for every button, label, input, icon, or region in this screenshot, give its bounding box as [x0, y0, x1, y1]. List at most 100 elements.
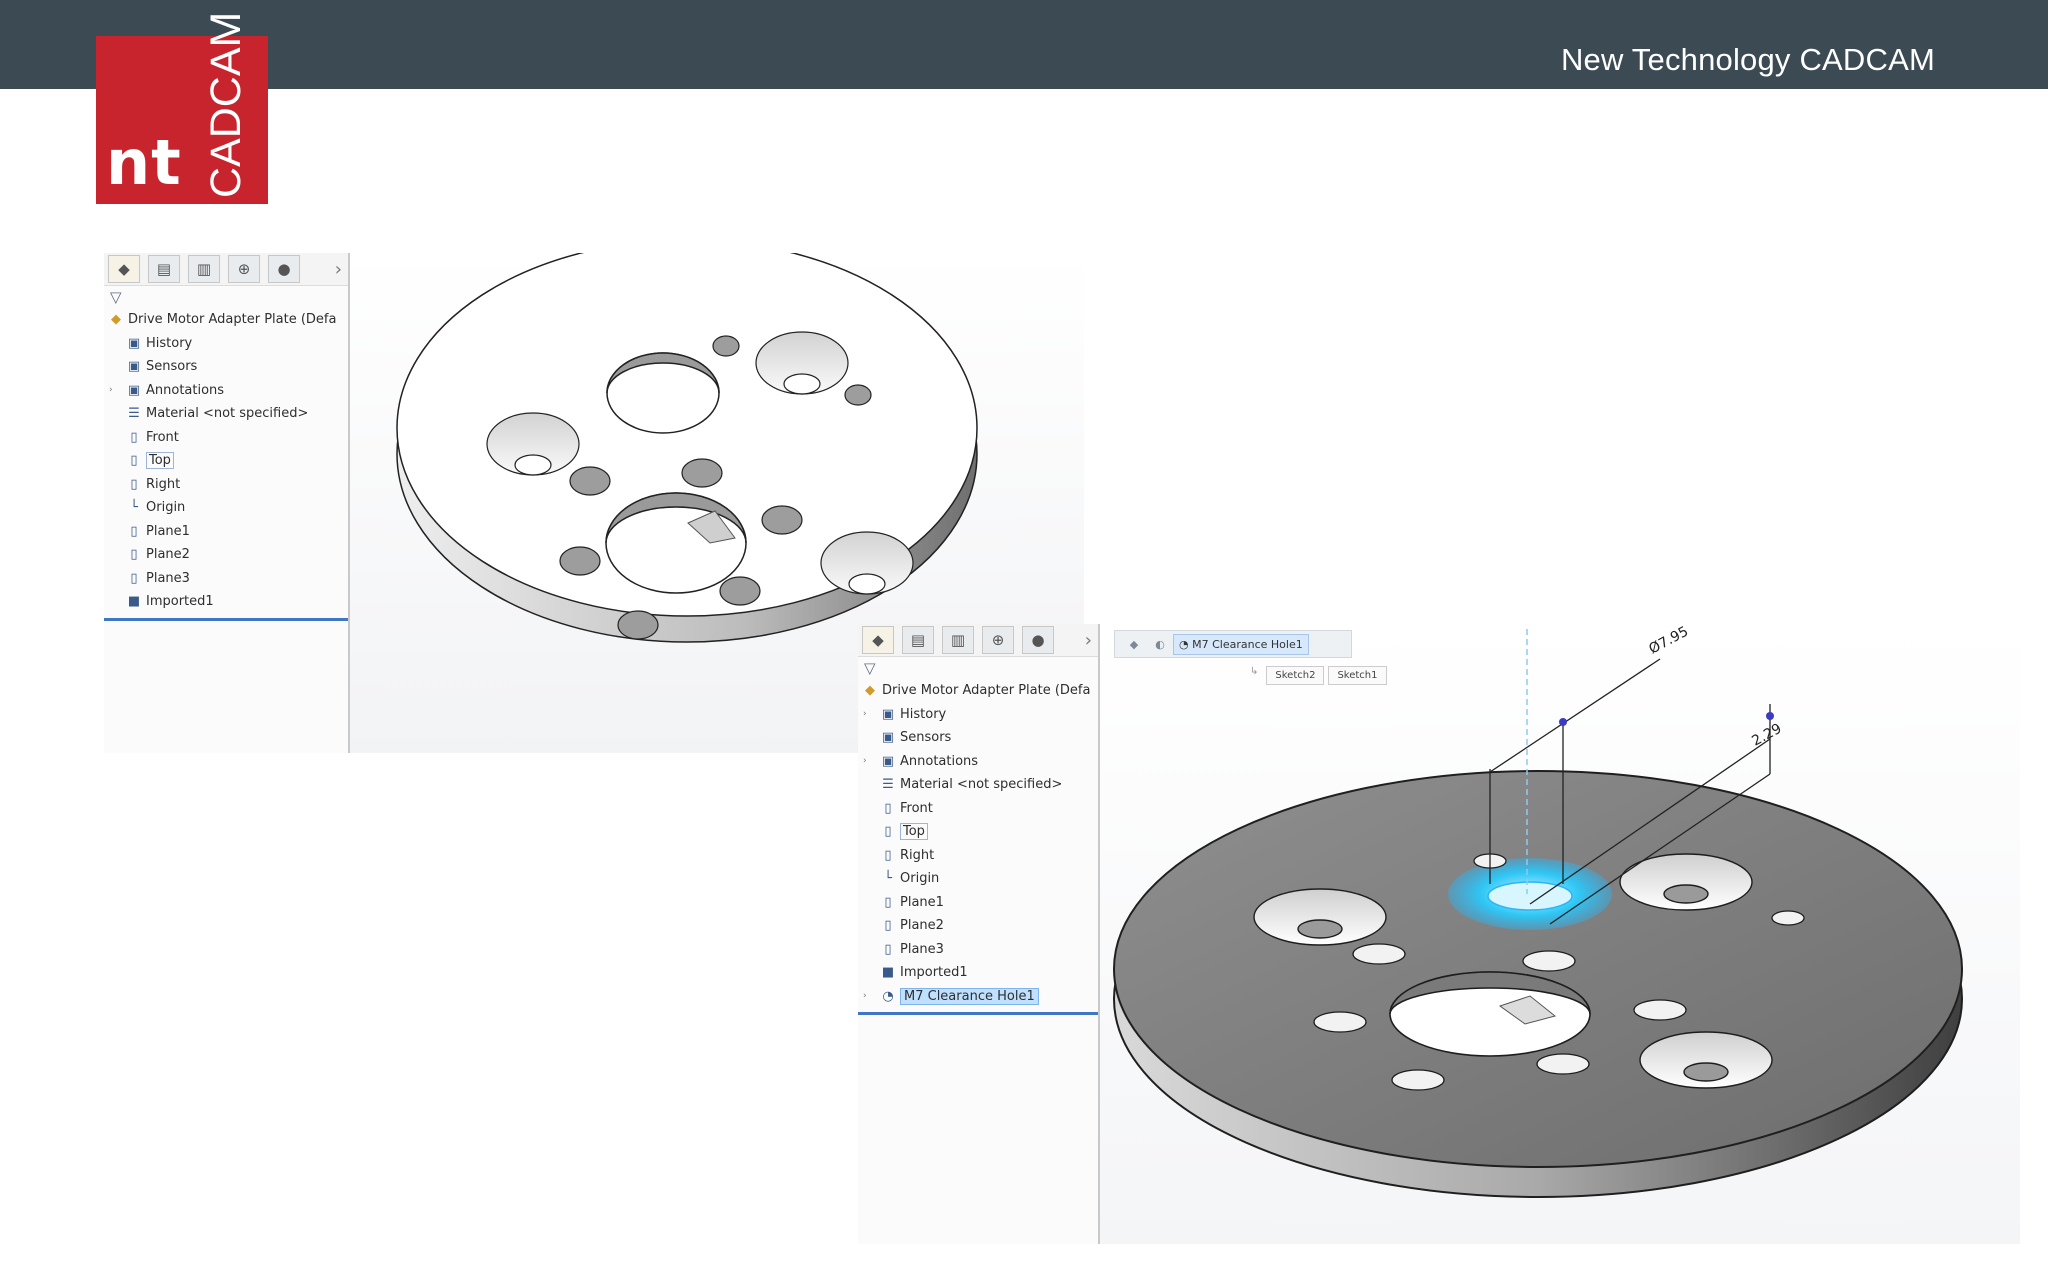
sketch1-chip[interactable]: Sketch1: [1328, 666, 1387, 685]
plane-icon: ▯: [884, 918, 892, 933]
tree-item-label: Material <not specified>: [900, 777, 1063, 792]
history-icon: ▣: [881, 706, 895, 722]
expand-arrow-icon[interactable]: ›: [863, 985, 867, 1009]
tree-item-plane2[interactable]: ▯ Plane2: [104, 543, 348, 567]
imported-body-icon: ■: [881, 965, 895, 980]
tree-item-front[interactable]: ▯ Front: [858, 797, 1098, 821]
tree-item-plane1[interactable]: ▯ Plane1: [104, 520, 348, 544]
configuration-tab-icon[interactable]: ⊕: [982, 626, 1014, 654]
hole-wizard-icon: ◔: [882, 988, 894, 1004]
material-icon: ☰: [882, 777, 894, 792]
tree-item-label: Sensors: [900, 730, 952, 745]
sensors-icon: ▣: [127, 359, 141, 374]
tree-item-label: History: [146, 335, 193, 351]
logo-cadcam-text: CADCAM: [202, 11, 250, 198]
filter-icon[interactable]: ▽: [858, 657, 1098, 679]
part-tab-icon[interactable]: ◆: [862, 626, 894, 654]
screenshot-hole-feature: ◆ ▤ ▥ ⊕ ● › ▽ ◆ Drive Motor Adapter Plate…: [858, 624, 2020, 1244]
tree-item-right[interactable]: ▯ Right: [104, 473, 348, 497]
tree-root[interactable]: ◆ Drive Motor Adapter Plate (Defa: [858, 679, 1098, 703]
header-bar: New Technology CADCAM: [0, 0, 2048, 89]
part-icon: ◆: [111, 312, 121, 327]
selected-feature-chip[interactable]: ◔ M7 Clearance Hole1: [1173, 633, 1309, 655]
tree-item-label: Front: [900, 800, 933, 816]
tree-item-origin[interactable]: └ Origin: [104, 496, 348, 520]
tree-item-plane2[interactable]: ▯ Plane2: [858, 914, 1098, 938]
offset-dimension-label[interactable]: 2.29: [1749, 721, 1784, 750]
plane-icon: ▯: [884, 824, 892, 839]
tree-item-history[interactable]: › ▣ History: [858, 703, 1098, 727]
tree-item-history[interactable]: ▣ History: [104, 332, 348, 356]
appearance-tab-icon[interactable]: ●: [268, 255, 300, 283]
tree-item-label: Plane3: [146, 570, 190, 586]
chevron-right-icon[interactable]: ›: [335, 259, 342, 280]
tree-item-label: Imported1: [146, 594, 214, 609]
plane-icon: ▯: [130, 570, 138, 586]
tree-item-sensors[interactable]: ▣ Sensors: [104, 355, 348, 379]
tree-item-plane3[interactable]: ▯ Plane3: [104, 567, 348, 591]
annotations-icon: ▣: [127, 382, 141, 398]
diameter-dimension-label[interactable]: Ø7.95: [1646, 624, 1691, 658]
tree-item-imported1[interactable]: ■ Imported1: [858, 961, 1098, 985]
view-icon[interactable]: ◐: [1147, 638, 1173, 651]
company-logo: nt CADCAM: [96, 12, 268, 204]
tree-item-sensors[interactable]: ▣ Sensors: [858, 726, 1098, 750]
part-icon[interactable]: ◆: [1121, 638, 1147, 651]
part-icon: ◆: [865, 683, 875, 698]
tree-root-label: Drive Motor Adapter Plate (Defa: [882, 683, 1091, 698]
tree-item-label: Sensors: [146, 359, 198, 374]
tree-item-label: Plane1: [146, 523, 190, 539]
tree-item-label: Plane3: [900, 941, 944, 957]
tree-item-plane1[interactable]: ▯ Plane1: [858, 891, 1098, 915]
tree-item-m7-clearance-hole[interactable]: › ◔ M7 Clearance Hole1: [858, 985, 1098, 1009]
origin-icon: └: [130, 500, 138, 515]
expand-arrow-icon[interactable]: ›: [863, 703, 867, 727]
expand-arrow-icon[interactable]: ›: [109, 379, 113, 403]
tree-item-label: Origin: [900, 871, 940, 886]
plane-icon: ▯: [884, 941, 892, 957]
tree-root[interactable]: ◆ Drive Motor Adapter Plate (Defa: [104, 308, 348, 332]
feature-manager-panel: ◆ ▤ ▥ ⊕ ● › ▽ ◆ Drive Motor Adapter Plate…: [858, 624, 1100, 1244]
featuremanager-tab-icon[interactable]: ▤: [148, 255, 180, 283]
sketch-arrow-icon: ↳: [1250, 666, 1259, 677]
filter-icon[interactable]: ▽: [104, 286, 348, 308]
tree-item-label: Right: [900, 847, 935, 863]
appearance-tab-icon[interactable]: ●: [1022, 626, 1054, 654]
sensors-icon: ▣: [881, 730, 895, 745]
tree-item-plane3[interactable]: ▯ Plane3: [858, 938, 1098, 962]
tree-item-top[interactable]: ▯ Top: [858, 820, 1098, 844]
rollback-bar[interactable]: [858, 1012, 1098, 1015]
tree-item-material[interactable]: ☰ Material <not specified>: [858, 773, 1098, 797]
tree-item-label: Right: [146, 476, 181, 492]
part-tab-icon[interactable]: ◆: [108, 255, 140, 283]
tree-item-right[interactable]: ▯ Right: [858, 844, 1098, 868]
plane-icon: ▯: [130, 453, 138, 468]
expand-arrow-icon[interactable]: ›: [863, 750, 867, 774]
tree-item-top[interactable]: ▯ Top: [104, 449, 348, 473]
tree-item-annotations[interactable]: › ▣ Annotations: [104, 379, 348, 403]
panel-tabs: ◆ ▤ ▥ ⊕ ● ›: [858, 624, 1098, 657]
rollback-bar[interactable]: [104, 617, 348, 621]
tree-item-material[interactable]: ☰ Material <not specified>: [104, 402, 348, 426]
annotations-icon: ▣: [881, 753, 895, 769]
tree-item-origin[interactable]: └ Origin: [858, 867, 1098, 891]
plane-icon: ▯: [884, 800, 892, 816]
tree-item-imported1[interactable]: ■ Imported1: [104, 590, 348, 614]
sketch2-chip[interactable]: Sketch2: [1266, 666, 1325, 685]
sketch-breadcrumb: ↳ Sketch2 Sketch1: [1250, 666, 1391, 685]
configuration-tab-icon[interactable]: ⊕: [228, 255, 260, 283]
tree-item-annotations[interactable]: › ▣ Annotations: [858, 750, 1098, 774]
graphics-viewport[interactable]: Ø7.95 2.29 ◆ ◐ ◔ M7 Clearance Hole1 ↳ Sk…: [1100, 624, 2020, 1244]
featuremanager-tab-icon[interactable]: ▤: [902, 626, 934, 654]
material-icon: ☰: [128, 406, 140, 421]
logo-nt-text: nt: [106, 126, 182, 199]
tree-item-front[interactable]: ▯ Front: [104, 426, 348, 450]
plane-icon: ▯: [884, 847, 892, 863]
property-tab-icon[interactable]: ▥: [188, 255, 220, 283]
property-tab-icon[interactable]: ▥: [942, 626, 974, 654]
chevron-right-icon[interactable]: ›: [1085, 630, 1092, 651]
tree-item-label: Top: [146, 452, 174, 469]
tree-item-label: Front: [146, 429, 179, 445]
tree-item-label: Annotations: [900, 753, 979, 769]
origin-icon: └: [884, 871, 892, 886]
